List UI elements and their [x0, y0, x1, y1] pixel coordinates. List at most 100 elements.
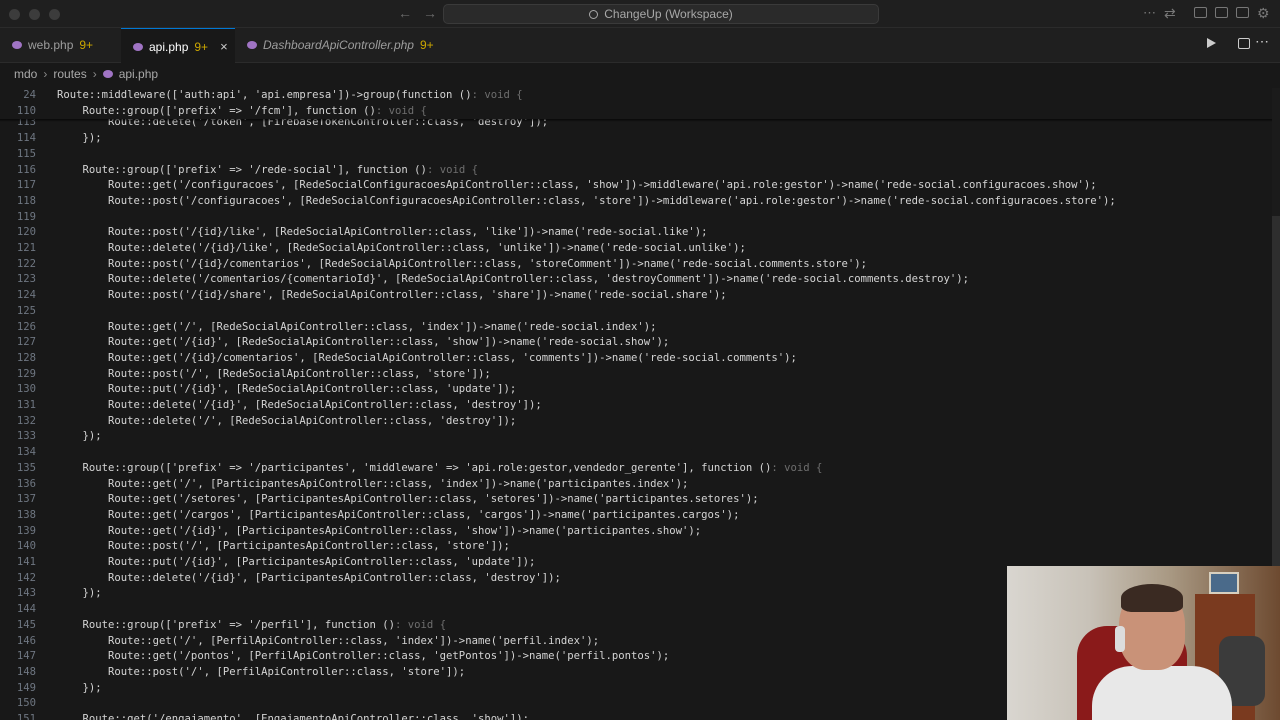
code-line[interactable]: 126 Route::get('/', [RedeSocialApiContro… — [0, 320, 1272, 336]
tab-api-php[interactable]: api.php 9+ × — [121, 28, 235, 63]
sticky-scroll-line[interactable]: 24 Route::middleware(['auth:api', 'api.em… — [0, 88, 1272, 104]
line-number: 147 — [16, 650, 36, 663]
php-file-icon — [102, 70, 113, 78]
code-line[interactable]: 139 Route::get('/{id}', [ParticipantesAp… — [0, 524, 1272, 540]
code-line[interactable]: 123 Route::delete('/comentarios/{comenta… — [0, 272, 1272, 288]
breadcrumb-file[interactable]: api.php — [119, 67, 158, 81]
line-code: Route::post('/{id}/like', [RedeSocialApi… — [57, 226, 708, 239]
breadcrumb: mdo › routes › api.php — [14, 66, 158, 82]
code-line[interactable]: 120 Route::post('/{id}/like', [RedeSocia… — [0, 225, 1272, 241]
code-line[interactable]: 115 — [0, 147, 1272, 163]
line-number: 129 — [16, 367, 36, 380]
line-number: 131 — [16, 399, 36, 411]
line-code: Route::get('/', [PerfilApiController::cl… — [57, 634, 600, 647]
split-editor-icon[interactable] — [1238, 38, 1250, 49]
line-number: 122 — [16, 257, 36, 270]
line-code: Route::post('/configuracoes', [RedeSocia… — [57, 194, 1116, 207]
line-number: 134 — [16, 446, 36, 459]
close-tab-icon[interactable]: × — [220, 39, 228, 54]
line-code: Route::delete('/{id}/like', [RedeSocialA… — [57, 242, 746, 254]
code-line[interactable]: 117 Route::get('/configuracoes', [RedeSo… — [0, 178, 1272, 194]
line-number: 115 — [16, 147, 36, 160]
toggle-primary-sidebar-icon[interactable] — [1194, 7, 1207, 18]
close-window-button[interactable] — [9, 9, 20, 20]
code-line[interactable]: 131 Route::delete('/{id}', [RedeSocialAp… — [0, 398, 1272, 414]
toggle-secondary-sidebar-icon[interactable] — [1236, 7, 1249, 18]
line-code: Route::delete('/{id}', [RedeSocialApiCon… — [57, 399, 542, 411]
breadcrumb-folder-mdo[interactable]: mdo — [14, 67, 37, 81]
code-line[interactable]: 128 Route::get('/{id}/comentarios', [Red… — [0, 351, 1272, 367]
line-code: Route::get('/configuracoes', [RedeSocial… — [57, 179, 1097, 192]
line-code: Route::delete('/{id}', [ParticipantesApi… — [57, 571, 561, 584]
code-line[interactable]: 129 Route::post('/', [RedeSocialApiContr… — [0, 367, 1272, 383]
tab-label: web.php — [28, 38, 74, 52]
code-line[interactable]: 132 Route::delete('/', [RedeSocialApiCon… — [0, 414, 1272, 430]
code-line[interactable]: 122 Route::post('/{id}/comentarios', [Re… — [0, 257, 1272, 273]
line-number: 142 — [16, 571, 36, 584]
title-bar: ← → ChangeUp (Workspace) ⋯ ⇄ ⚙ — [0, 0, 1280, 28]
maximize-window-button[interactable] — [49, 9, 60, 20]
code-line[interactable]: 135 Route::group(['prefix' => '/particip… — [0, 461, 1272, 477]
code-line[interactable]: 137 Route::get('/setores', [Participante… — [0, 492, 1272, 508]
line-code: Route::group(['prefix' => '/participante… — [57, 461, 772, 474]
line-number: 135 — [16, 461, 36, 474]
line-code: Route::delete('/', [RedeSocialApiControl… — [57, 414, 517, 427]
run-icon[interactable] — [1207, 38, 1216, 48]
line-number: 118 — [16, 194, 36, 207]
line-number: 133 — [16, 430, 36, 443]
tab-label: DashboardApiController.php — [263, 38, 414, 52]
line-code: Route::post('/', [PerfilApiController::c… — [57, 665, 466, 678]
php-file-icon — [133, 43, 143, 51]
line-code: Route::post('/', [ParticipantesApiContro… — [57, 540, 510, 553]
line-code: Route::get('/{id}', [ParticipantesApiCon… — [57, 524, 702, 537]
code-line[interactable]: 118 Route::post('/configuracoes', [RedeS… — [0, 194, 1272, 210]
search-icon — [589, 10, 599, 19]
code-line[interactable]: 136 Route::get('/', [ParticipantesApiCon… — [0, 477, 1272, 493]
forward-arrow-icon[interactable]: → — [423, 5, 437, 21]
code-line[interactable]: 138 Route::get('/cargos', [Participantes… — [0, 508, 1272, 524]
line-code: Route::get('/{id}', [RedeSocialApiContro… — [57, 336, 670, 349]
line-number: 150 — [16, 697, 36, 710]
line-number: 146 — [16, 634, 36, 647]
more-icon[interactable]: ⋯ — [1143, 5, 1156, 21]
webcam-overlay — [1007, 566, 1280, 720]
tab-label: api.php — [149, 40, 189, 54]
code-line[interactable]: 121 Route::delete('/{id}/like', [RedeSoc… — [0, 241, 1272, 257]
code-line[interactable]: 127 Route::get('/{id}', [RedeSocialApiCo… — [0, 335, 1272, 351]
line-number: 24 — [23, 89, 36, 101]
code-line[interactable]: 134 — [0, 445, 1272, 461]
code-line[interactable]: 119 — [0, 210, 1272, 226]
back-arrow-icon[interactable]: ← — [398, 5, 412, 21]
command-center-search[interactable]: ChangeUp (Workspace) — [443, 4, 879, 24]
line-code: Route::put('/{id}', [ParticipantesApiCon… — [57, 556, 536, 568]
inlay-type-hint: : void { — [395, 618, 447, 631]
line-number: 136 — [16, 477, 36, 490]
tab-web-php[interactable]: web.php 9+ — [0, 28, 121, 63]
line-code: Route::get('/setores', [ParticipantesApi… — [57, 493, 759, 506]
inlay-type-hint: : void { — [426, 163, 478, 176]
code-line[interactable]: 114 }); — [0, 131, 1272, 147]
sticky-scroll-line[interactable]: 110 Route::group(['prefix' => '/fcm'], f… — [0, 103, 1272, 120]
gear-icon[interactable]: ⚙ — [1257, 5, 1270, 22]
line-code: }); — [57, 430, 102, 443]
person-hair — [1121, 584, 1183, 612]
code-line[interactable]: 125 — [0, 304, 1272, 320]
source-control-icon[interactable]: ⇄ — [1164, 5, 1176, 22]
code-line[interactable]: 124 Route::post('/{id}/share', [RedeSoci… — [0, 288, 1272, 304]
code-line[interactable]: 116 Route::group(['prefix' => '/rede-soc… — [0, 163, 1272, 179]
problem-count-badge: 9+ — [194, 40, 209, 54]
tab-dashboard-api-controller[interactable]: DashboardApiController.php 9+ — [235, 28, 445, 63]
code-line[interactable]: 140 Route::post('/', [ParticipantesApiCo… — [0, 539, 1272, 555]
line-number: 127 — [16, 336, 36, 349]
php-file-icon — [247, 41, 257, 49]
line-number: 143 — [16, 587, 36, 600]
breadcrumb-folder-routes[interactable]: routes — [53, 67, 86, 81]
toggle-panel-icon[interactable] — [1215, 7, 1228, 18]
more-actions-icon[interactable]: ⋯ — [1255, 33, 1270, 50]
line-number: 114 — [16, 132, 36, 145]
inlay-type-hint: : void { — [771, 461, 823, 474]
code-line[interactable]: 133 }); — [0, 429, 1272, 445]
minimize-window-button[interactable] — [29, 9, 40, 20]
code-line[interactable]: 130 Route::put('/{id}', [RedeSocialApiCo… — [0, 382, 1272, 398]
problem-count-badge: 9+ — [419, 38, 434, 52]
